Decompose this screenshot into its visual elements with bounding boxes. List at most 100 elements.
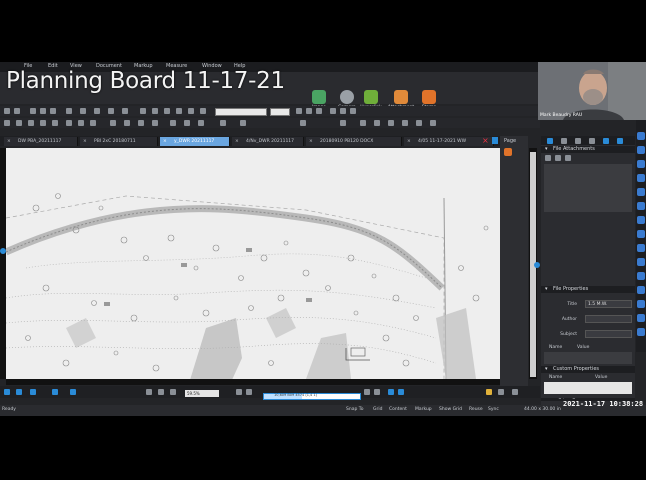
overlay-icon[interactable] (152, 120, 158, 126)
zoom-level-field[interactable]: 59.5% (185, 390, 219, 397)
text-box-icon[interactable] (388, 120, 394, 126)
lock-view-icon[interactable] (512, 389, 518, 395)
tab-document-1[interactable]: × DW PBA_20211117 (4, 137, 78, 146)
fill-color-icon[interactable] (198, 120, 204, 126)
markup-button[interactable]: Markup (415, 407, 432, 412)
snap-to-button[interactable]: Snap To (346, 407, 364, 412)
layers-panel-icon[interactable] (637, 160, 645, 168)
history-icon[interactable] (637, 314, 645, 322)
pen-tool-icon[interactable] (176, 108, 182, 114)
measurements-icon[interactable] (637, 230, 645, 238)
last-page-button-icon[interactable] (374, 389, 380, 395)
tab-document-3[interactable]: × y_DWR 20211117 (160, 137, 230, 146)
expand-right-panel-icon[interactable] (534, 262, 540, 268)
panel-bottom-icon[interactable] (16, 389, 22, 395)
horizontal-scrollbar[interactable] (6, 379, 500, 385)
hatch-icon[interactable] (360, 120, 366, 126)
tab-document-6[interactable]: × 4/05 11-17-2021 WW (404, 137, 494, 146)
magnify-dropdown-icon[interactable] (170, 389, 176, 395)
properties-panel-icon[interactable] (637, 174, 645, 182)
bookmarks-icon[interactable] (637, 132, 645, 140)
view-split-icon[interactable] (70, 389, 76, 395)
close-all-icon[interactable]: × (482, 137, 489, 145)
redo-icon[interactable] (14, 108, 20, 114)
measure-length-icon[interactable] (66, 120, 72, 126)
show-grid-button[interactable]: Show Grid (439, 407, 462, 412)
first-page-button-icon[interactable] (236, 389, 242, 395)
close-icon[interactable]: × (235, 137, 239, 146)
highlight-icon[interactable] (188, 108, 194, 114)
options-icon[interactable] (498, 389, 504, 395)
panel-tool-2-icon[interactable] (561, 138, 567, 144)
panel-tool-1-icon[interactable] (547, 138, 553, 144)
open-attachment-icon[interactable] (565, 155, 571, 161)
view-continuous-icon[interactable] (52, 389, 58, 395)
tab-document-5[interactable]: × 20180910 PB120 DOCX (306, 137, 402, 146)
tool-chest-icon[interactable] (637, 188, 645, 196)
align-left-icon[interactable] (330, 108, 336, 114)
previous-view-icon[interactable] (388, 389, 394, 395)
next-view-icon[interactable] (398, 389, 404, 395)
line-tool-icon[interactable] (152, 108, 158, 114)
author-field[interactable] (585, 315, 632, 323)
tab-list-icon[interactable] (492, 137, 498, 144)
remove-attachment-icon[interactable] (555, 155, 561, 161)
tab-document-2[interactable]: × PBI 2xC 20180711 (80, 137, 158, 146)
custom-properties-header[interactable]: ▾ Custom Properties (541, 366, 635, 373)
font-color-icon[interactable] (374, 120, 380, 126)
tab-document-4[interactable]: × 4/Nv_DWR 20211117 (232, 137, 304, 146)
paste-icon[interactable] (50, 108, 56, 114)
measure-count-icon[interactable] (90, 120, 96, 126)
title-field[interactable]: 1.5 M.W. (585, 300, 632, 308)
measure-area-icon[interactable] (78, 120, 84, 126)
grid-icon[interactable] (110, 120, 116, 126)
font-size-field[interactable] (270, 108, 290, 116)
markups-list-icon[interactable] (637, 146, 645, 154)
close-icon[interactable]: × (309, 137, 313, 146)
cut-icon[interactable] (30, 108, 36, 114)
cloud-style-icon[interactable] (340, 120, 346, 126)
tips-icon[interactable] (486, 389, 492, 395)
content-button[interactable]: Content (389, 407, 407, 412)
delete-icon[interactable] (66, 108, 72, 114)
undo-icon[interactable] (4, 108, 10, 114)
pan-icon[interactable] (94, 108, 100, 114)
paint-icon[interactable] (430, 120, 436, 126)
panel-tool-4-icon[interactable] (589, 138, 595, 144)
thumbnails-icon[interactable] (637, 328, 645, 336)
copy-icon[interactable] (40, 108, 46, 114)
italic-icon[interactable] (306, 108, 312, 114)
close-icon[interactable]: × (407, 137, 411, 146)
file-attachments-header[interactable]: ▾ File Attachments (541, 146, 635, 153)
snapshot-icon[interactable] (122, 108, 128, 114)
grid-button[interactable]: Grid (373, 407, 382, 412)
ellipse-icon[interactable] (40, 120, 46, 126)
links-icon[interactable] (637, 258, 645, 266)
panel-tool-5-icon[interactable] (603, 138, 609, 144)
close-icon[interactable]: × (7, 137, 11, 146)
polygon-icon[interactable] (52, 120, 58, 126)
compare-icon[interactable] (138, 120, 144, 126)
file-access-icon[interactable] (637, 286, 645, 294)
zoom-icon[interactable] (108, 108, 114, 114)
align-center-icon[interactable] (340, 108, 346, 114)
signatures-icon[interactable] (637, 216, 645, 224)
file-properties-header[interactable]: ▾ File Properties (541, 286, 635, 293)
next-page-button-icon[interactable] (364, 389, 370, 395)
layers-icon[interactable] (124, 120, 130, 126)
select-icon[interactable] (80, 108, 86, 114)
align-right-icon[interactable] (350, 108, 356, 114)
cloud-icon[interactable] (200, 108, 206, 114)
thumbnail-page-icon[interactable] (504, 148, 512, 156)
hand-tool-icon[interactable] (146, 389, 152, 395)
arrow-icon[interactable] (4, 120, 10, 126)
sync-button[interactable]: Sync (488, 407, 499, 412)
document-canvas[interactable] (6, 148, 500, 379)
note-icon[interactable] (416, 120, 422, 126)
line-end-icon[interactable] (300, 120, 306, 126)
spaces-icon[interactable] (637, 272, 645, 280)
stroke-color-icon[interactable] (220, 120, 226, 126)
bold-icon[interactable] (296, 108, 302, 114)
custom-properties-table[interactable] (544, 382, 632, 394)
opacity-icon[interactable] (240, 120, 246, 126)
